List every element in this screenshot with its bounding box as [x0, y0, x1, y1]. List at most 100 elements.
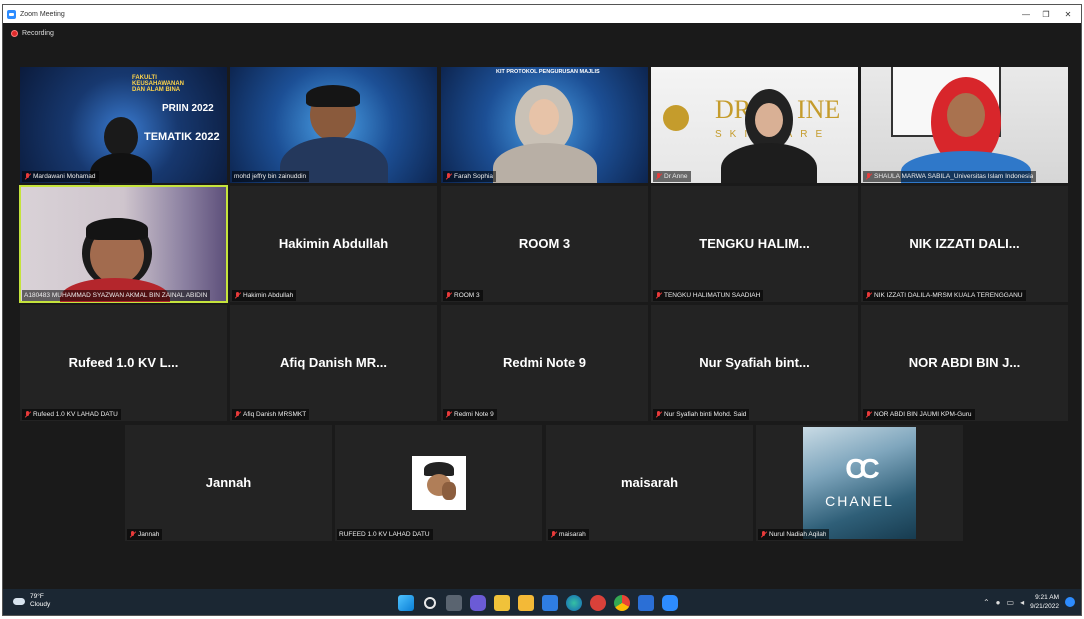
widgets-icon[interactable] — [494, 595, 510, 611]
notification-icon[interactable] — [1065, 597, 1075, 607]
chanel-wordmark: CHANEL — [825, 493, 894, 509]
participant-name: Mardawani Mohamad — [33, 173, 96, 180]
participant-name: mohd jeffry bin zainuddin — [234, 173, 307, 180]
record-icon — [11, 29, 18, 37]
participant-display-name: Rufeed 1.0 KV L... — [68, 355, 179, 370]
video-tile[interactable]: RUFEED 1.0 KV LAHAD DATU — [335, 425, 542, 541]
windows-taskbar: 79°F Cloudy ⌃ ● ▭ ◂ 9:21 AM 9/21/2022 — [3, 589, 1081, 615]
close-button[interactable]: ✕ — [1055, 5, 1081, 23]
video-tile[interactable]: DR INE SKINCARE Dr Anne — [651, 67, 858, 183]
window-title: Zoom Meeting — [20, 10, 65, 18]
mic-muted-icon — [445, 172, 452, 181]
participant-name-label: mohd jeffry bin zainuddin — [232, 171, 310, 182]
system-tray: ⌃ ● ▭ ◂ 9:21 AM 9/21/2022 — [983, 593, 1075, 611]
participant-name: ROOM 3 — [454, 292, 480, 299]
start-windows-icon[interactable] — [398, 595, 414, 611]
banner-subtitle: TEMATIK 2022 — [144, 131, 220, 143]
participant-name-label: NOR ABDI BIN JAUMI KPM-Guru — [863, 409, 975, 420]
video-tile[interactable]: Rufeed 1.0 KV L... Rufeed 1.0 KV LAHAD D… — [20, 305, 227, 421]
mic-muted-icon — [655, 410, 662, 419]
zoom-taskbar-icon[interactable] — [662, 595, 678, 611]
participant-display-name: ROOM 3 — [518, 236, 571, 251]
video-tile[interactable]: NOR ABDI BIN J... NOR ABDI BIN JAUMI KPM… — [861, 305, 1068, 421]
search-icon[interactable] — [424, 597, 436, 609]
participant-name-label: ROOM 3 — [443, 290, 483, 301]
banner-title: KIT PROTOKOL PENGURUSAN MAJLIS — [496, 69, 600, 75]
avatar-hand — [442, 482, 456, 500]
participant-name-label: Mardawani Mohamad — [22, 171, 99, 182]
video-tile[interactable]: maisarah maisarah — [546, 425, 753, 541]
recording-label: Recording — [22, 29, 54, 37]
video-tile[interactable]: Nur Syafiah bint... Nur Syafiah binti Mo… — [651, 305, 858, 421]
participant-body — [721, 143, 817, 183]
participant-name-label: Nur Syafiah binti Mohd. Said — [653, 409, 750, 420]
weather-widget[interactable]: 79°F Cloudy — [13, 593, 50, 609]
video-tile[interactable]: Afiq Danish MR... Afiq Danish MRSMKT — [230, 305, 437, 421]
store-icon[interactable] — [542, 595, 558, 611]
participant-name-label: SHAULA MARWA SABILA_Universitas Islam In… — [863, 171, 1037, 182]
mic-muted-icon — [234, 291, 241, 300]
mic-muted-icon — [129, 530, 136, 539]
participant-name: Jannah — [138, 531, 160, 538]
chat-icon[interactable] — [470, 595, 486, 611]
weather-temp: 79°F — [30, 593, 44, 600]
volume-icon[interactable]: ◂ — [1020, 598, 1024, 607]
photos-icon[interactable] — [638, 595, 654, 611]
mic-muted-icon — [760, 530, 767, 539]
video-tile[interactable]: ROOM 3 ROOM 3 — [441, 186, 648, 302]
participant-name: NOR ABDI BIN JAUMI KPM-Guru — [874, 411, 972, 418]
mic-muted-icon — [445, 410, 452, 419]
participant-display-name: TENGKU HALIM... — [699, 236, 810, 251]
display-icon[interactable]: ▭ — [1007, 598, 1015, 607]
video-tile[interactable]: NIK IZZATI DALI... NIK IZZATI DALILA-MRS… — [861, 186, 1068, 302]
video-tile[interactable]: TENGKU HALIM... TENGKU HALIMATUN SAADIAH — [651, 186, 858, 302]
chrome-profile-icon[interactable] — [614, 595, 630, 611]
profile-avatar — [412, 456, 466, 510]
mic-muted-icon — [24, 410, 31, 419]
participant-display-name: NIK IZZATI DALI... — [909, 236, 1020, 251]
mic-muted-icon — [865, 410, 872, 419]
video-tile[interactable]: Jannah Jannah — [125, 425, 332, 541]
participant-display-name: Jannah — [205, 475, 252, 490]
video-tile[interactable]: Redmi Note 9 Redmi Note 9 — [441, 305, 648, 421]
participant-name: TENGKU HALIMATUN SAADIAH — [664, 292, 761, 299]
participant-face — [755, 103, 783, 137]
video-tile[interactable]: KIT PROTOKOL PENGURUSAN MAJLIS Farah Sop… — [441, 67, 648, 183]
participant-body — [493, 143, 597, 183]
file-explorer-icon[interactable] — [518, 595, 534, 611]
participant-name-label: Hakimin Abdullah — [232, 290, 297, 301]
participant-name-label: TENGKU HALIMATUN SAADIAH — [653, 290, 764, 301]
brand-text: INE — [797, 95, 841, 124]
recording-indicator[interactable]: Recording — [3, 23, 1081, 43]
participant-name: maisarah — [559, 531, 586, 538]
participant-name-label: Jannah — [127, 529, 163, 540]
video-tile-active-speaker[interactable]: A180483 MUHAMMAD SYAZWAN AKMAL BIN ZAINA… — [19, 185, 228, 303]
video-tile[interactable]: Hakimin Abdullah Hakimin Abdullah — [230, 186, 437, 302]
chevron-up-icon[interactable]: ⌃ — [983, 598, 990, 607]
video-tile[interactable]: FAKULTI KEUSAHAWANAN DAN ALAM BINA PRIIN… — [20, 67, 227, 183]
participant-name-label: Farah Sophia — [443, 171, 497, 182]
mic-muted-icon — [655, 291, 662, 300]
chrome-browser-icon[interactable] — [590, 595, 606, 611]
taskbar-clock[interactable]: 9:21 AM 9/21/2022 — [1030, 593, 1059, 611]
participant-face — [529, 99, 559, 135]
participant-name-label: Afiq Danish MRSMKT — [232, 409, 310, 420]
participant-name: SHAULA MARWA SABILA_Universitas Islam In… — [874, 173, 1034, 180]
microphone-icon[interactable]: ● — [996, 598, 1001, 607]
chanel-logo: CC — [845, 453, 879, 484]
participant-name: NIK IZZATI DALILA-MRSM KUALA TERENGGANU — [874, 292, 1023, 299]
participant-name-label: Redmi Note 9 — [443, 409, 497, 420]
edge-browser-icon[interactable] — [566, 595, 582, 611]
task-view-icon[interactable] — [446, 595, 462, 611]
video-tile[interactable]: mohd jeffry bin zainuddin — [230, 67, 437, 183]
mic-muted-icon — [865, 291, 872, 300]
video-tile[interactable]: CC CHANEL Nurul Nadiah Aqilah — [756, 425, 963, 541]
profile-picture: CC CHANEL — [803, 427, 916, 539]
video-tile[interactable]: SHAULA MARWA SABILA_Universitas Islam In… — [861, 67, 1068, 183]
participant-name-label: Dr Anne — [653, 171, 691, 182]
mic-muted-icon — [234, 410, 241, 419]
participant-name-label: Nurul Nadiah Aqilah — [758, 529, 830, 540]
participant-name: Hakimin Abdullah — [243, 292, 294, 299]
clock-date: 9/21/2022 — [1030, 603, 1059, 610]
participant-name: Redmi Note 9 — [454, 411, 494, 418]
